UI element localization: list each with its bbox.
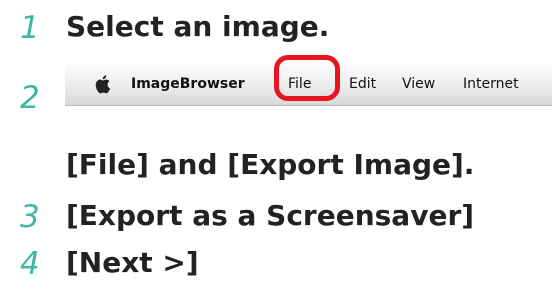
step-number-1: 1 (20, 10, 40, 46)
step-text-3: [Export as a Screensaver] (66, 199, 475, 232)
step-text-1: Select an image. (66, 10, 330, 43)
menu-file[interactable]: File (288, 77, 311, 91)
step-text-2: [File] and [Export Image]. (66, 148, 475, 181)
menu-bar: ImageBrowser File Edit View Internet (65, 65, 552, 106)
menu-app-name[interactable]: ImageBrowser (131, 77, 245, 91)
step-text-4: [Next >] (66, 246, 199, 279)
step-number-3: 3 (20, 199, 40, 235)
step-number-2: 2 (20, 80, 40, 116)
menu-internet[interactable]: Internet (463, 77, 519, 91)
menu-view[interactable]: View (402, 77, 435, 91)
apple-icon[interactable] (95, 74, 113, 94)
menu-edit[interactable]: Edit (349, 77, 376, 91)
step-number-4: 4 (20, 246, 40, 282)
